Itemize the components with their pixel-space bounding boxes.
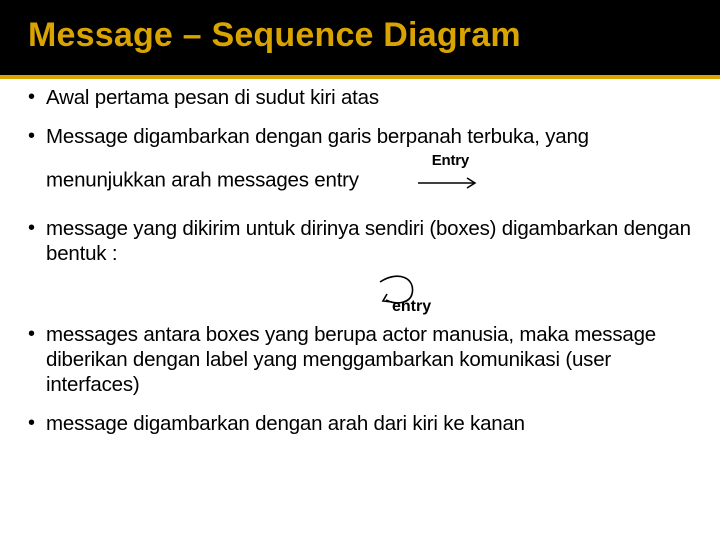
title-bar: Message – Sequence Diagram xyxy=(0,0,720,79)
bullet-text: message digambarkan dengan arah dari kir… xyxy=(46,412,525,435)
content-area: Awal pertama pesan di sudut kiri atas Me… xyxy=(0,79,720,436)
straight-arrow-figure: Entry xyxy=(418,152,482,195)
bullet-item: Awal pertama pesan di sudut kiri atas xyxy=(46,85,696,110)
self-message-label: entry xyxy=(392,298,431,316)
bullet-item: Message digambarkan dengan garis berpana… xyxy=(46,124,696,192)
arrow-right-icon xyxy=(418,177,482,189)
bullet-text: message yang dikirim untuk dirinya sendi… xyxy=(46,217,691,265)
bullet-list: Awal pertama pesan di sudut kiri atas Me… xyxy=(24,85,696,436)
self-message-figure: entry xyxy=(46,276,696,318)
slide-title: Message – Sequence Diagram xyxy=(28,16,692,55)
bullet-text: Awal pertama pesan di sudut kiri atas xyxy=(46,86,379,109)
bullet-item: messages antara boxes yang berupa actor … xyxy=(46,322,696,397)
bullet-item: message yang dikirim untuk dirinya sendi… xyxy=(46,216,696,266)
bullet-text: Message digambarkan dengan garis berpana… xyxy=(46,125,589,191)
bullet-item: message digambarkan dengan arah dari kir… xyxy=(46,411,696,436)
straight-arrow-label: Entry xyxy=(418,152,482,170)
bullet-text: messages antara boxes yang berupa actor … xyxy=(46,323,656,396)
